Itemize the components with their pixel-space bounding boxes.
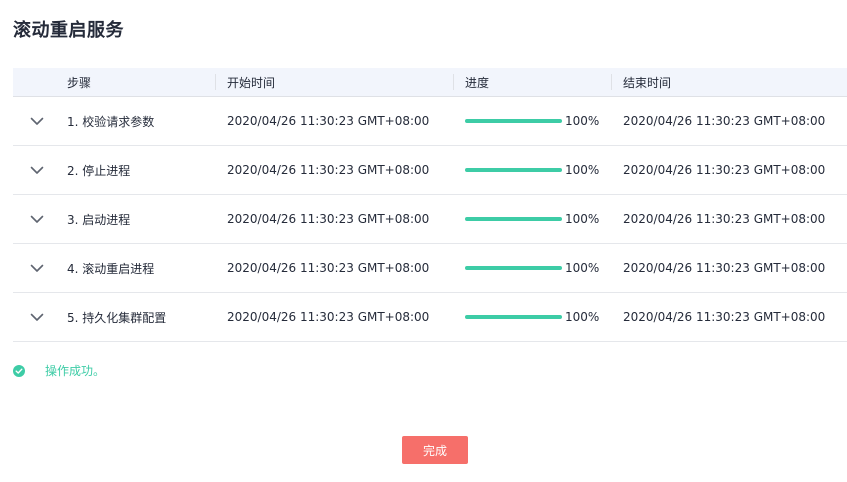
start-time: 2020/04/26 11:30:23 GMT+08:00 [227, 163, 430, 177]
column-header-start-time: 开始时间 [215, 68, 453, 96]
progress-percent: 100% [565, 310, 600, 324]
progress-cell: 100% [453, 244, 611, 292]
step-name: 5. 持久化集群配置 [67, 310, 167, 325]
start-time: 2020/04/26 11:30:23 GMT+08:00 [227, 114, 430, 128]
progress-fill [465, 217, 562, 221]
progress-percent: 100% [565, 114, 600, 128]
end-time: 2020/04/26 11:30:23 GMT+08:00 [623, 212, 826, 226]
check-circle-icon [13, 364, 25, 377]
end-time: 2020/04/26 11:30:23 GMT+08:00 [623, 163, 826, 177]
progress-fill [465, 266, 562, 270]
step-name: 4. 滚动重启进程 [67, 261, 155, 276]
chevron-down-icon [30, 215, 44, 223]
step-name: 1. 校验请求参数 [67, 114, 155, 129]
done-button[interactable]: 完成 [402, 436, 468, 464]
table-row: 3. 启动进程 2020/04/26 11:30:23 GMT+08:00 10… [13, 195, 847, 244]
table-row: 4. 滚动重启进程 2020/04/26 11:30:23 GMT+08:00 … [13, 244, 847, 293]
expand-row-button[interactable] [13, 146, 61, 194]
status-message: 操作成功。 [13, 362, 105, 379]
progress-cell: 100% [453, 293, 611, 341]
progress-track [465, 119, 562, 123]
start-time: 2020/04/26 11:30:23 GMT+08:00 [227, 212, 430, 226]
expand-column-header [13, 68, 61, 96]
chevron-down-icon [30, 264, 44, 272]
end-time: 2020/04/26 11:30:23 GMT+08:00 [623, 114, 826, 128]
progress-track [465, 217, 562, 221]
end-time: 2020/04/26 11:30:23 GMT+08:00 [623, 261, 826, 275]
progress-track [465, 168, 562, 172]
progress-cell: 100% [453, 97, 611, 145]
expand-row-button[interactable] [13, 293, 61, 341]
progress-bar: 100% [465, 310, 599, 324]
progress-track [465, 266, 562, 270]
column-header-progress-label: 进度 [465, 75, 490, 90]
expand-row-button[interactable] [13, 195, 61, 243]
progress-fill [465, 315, 562, 319]
chevron-down-icon [30, 117, 44, 125]
progress-cell: 100% [453, 195, 611, 243]
status-text: 操作成功。 [45, 364, 106, 378]
column-header-end-time: 结束时间 [611, 68, 847, 96]
table-body: 1. 校验请求参数 2020/04/26 11:30:23 GMT+08:00 … [13, 97, 847, 342]
rolling-restart-dialog: 滚动重启服务 步骤 开始时间 进度 结束时间 1. 校验请求参数 2020/04… [0, 0, 847, 482]
column-header-progress: 进度 [453, 68, 611, 96]
progress-bar: 100% [465, 212, 599, 226]
progress-cell: 100% [453, 146, 611, 194]
table-header: 步骤 开始时间 进度 结束时间 [13, 68, 847, 97]
progress-fill [465, 168, 562, 172]
chevron-down-icon [30, 166, 44, 174]
table-row: 2. 停止进程 2020/04/26 11:30:23 GMT+08:00 10… [13, 146, 847, 195]
column-header-step: 步骤 [67, 75, 92, 90]
steps-table: 步骤 开始时间 进度 结束时间 1. 校验请求参数 2020/04/26 11:… [13, 68, 847, 342]
column-header-end-time-label: 结束时间 [623, 75, 672, 90]
column-header-start-time-label: 开始时间 [227, 75, 276, 90]
progress-percent: 100% [565, 261, 600, 275]
progress-bar: 100% [465, 261, 599, 275]
expand-row-button[interactable] [13, 97, 61, 145]
start-time: 2020/04/26 11:30:23 GMT+08:00 [227, 310, 430, 324]
progress-percent: 100% [565, 163, 600, 177]
page-title: 滚动重启服务 [13, 20, 124, 41]
table-row: 5. 持久化集群配置 2020/04/26 11:30:23 GMT+08:00… [13, 293, 847, 342]
progress-bar: 100% [465, 163, 599, 177]
table-row: 1. 校验请求参数 2020/04/26 11:30:23 GMT+08:00 … [13, 97, 847, 146]
expand-row-button[interactable] [13, 244, 61, 292]
progress-percent: 100% [565, 212, 600, 226]
chevron-down-icon [30, 313, 44, 321]
step-name: 3. 启动进程 [67, 212, 131, 227]
end-time: 2020/04/26 11:30:23 GMT+08:00 [623, 310, 826, 324]
progress-fill [465, 119, 562, 123]
progress-bar: 100% [465, 114, 599, 128]
start-time: 2020/04/26 11:30:23 GMT+08:00 [227, 261, 430, 275]
progress-track [465, 315, 562, 319]
step-name: 2. 停止进程 [67, 163, 131, 178]
